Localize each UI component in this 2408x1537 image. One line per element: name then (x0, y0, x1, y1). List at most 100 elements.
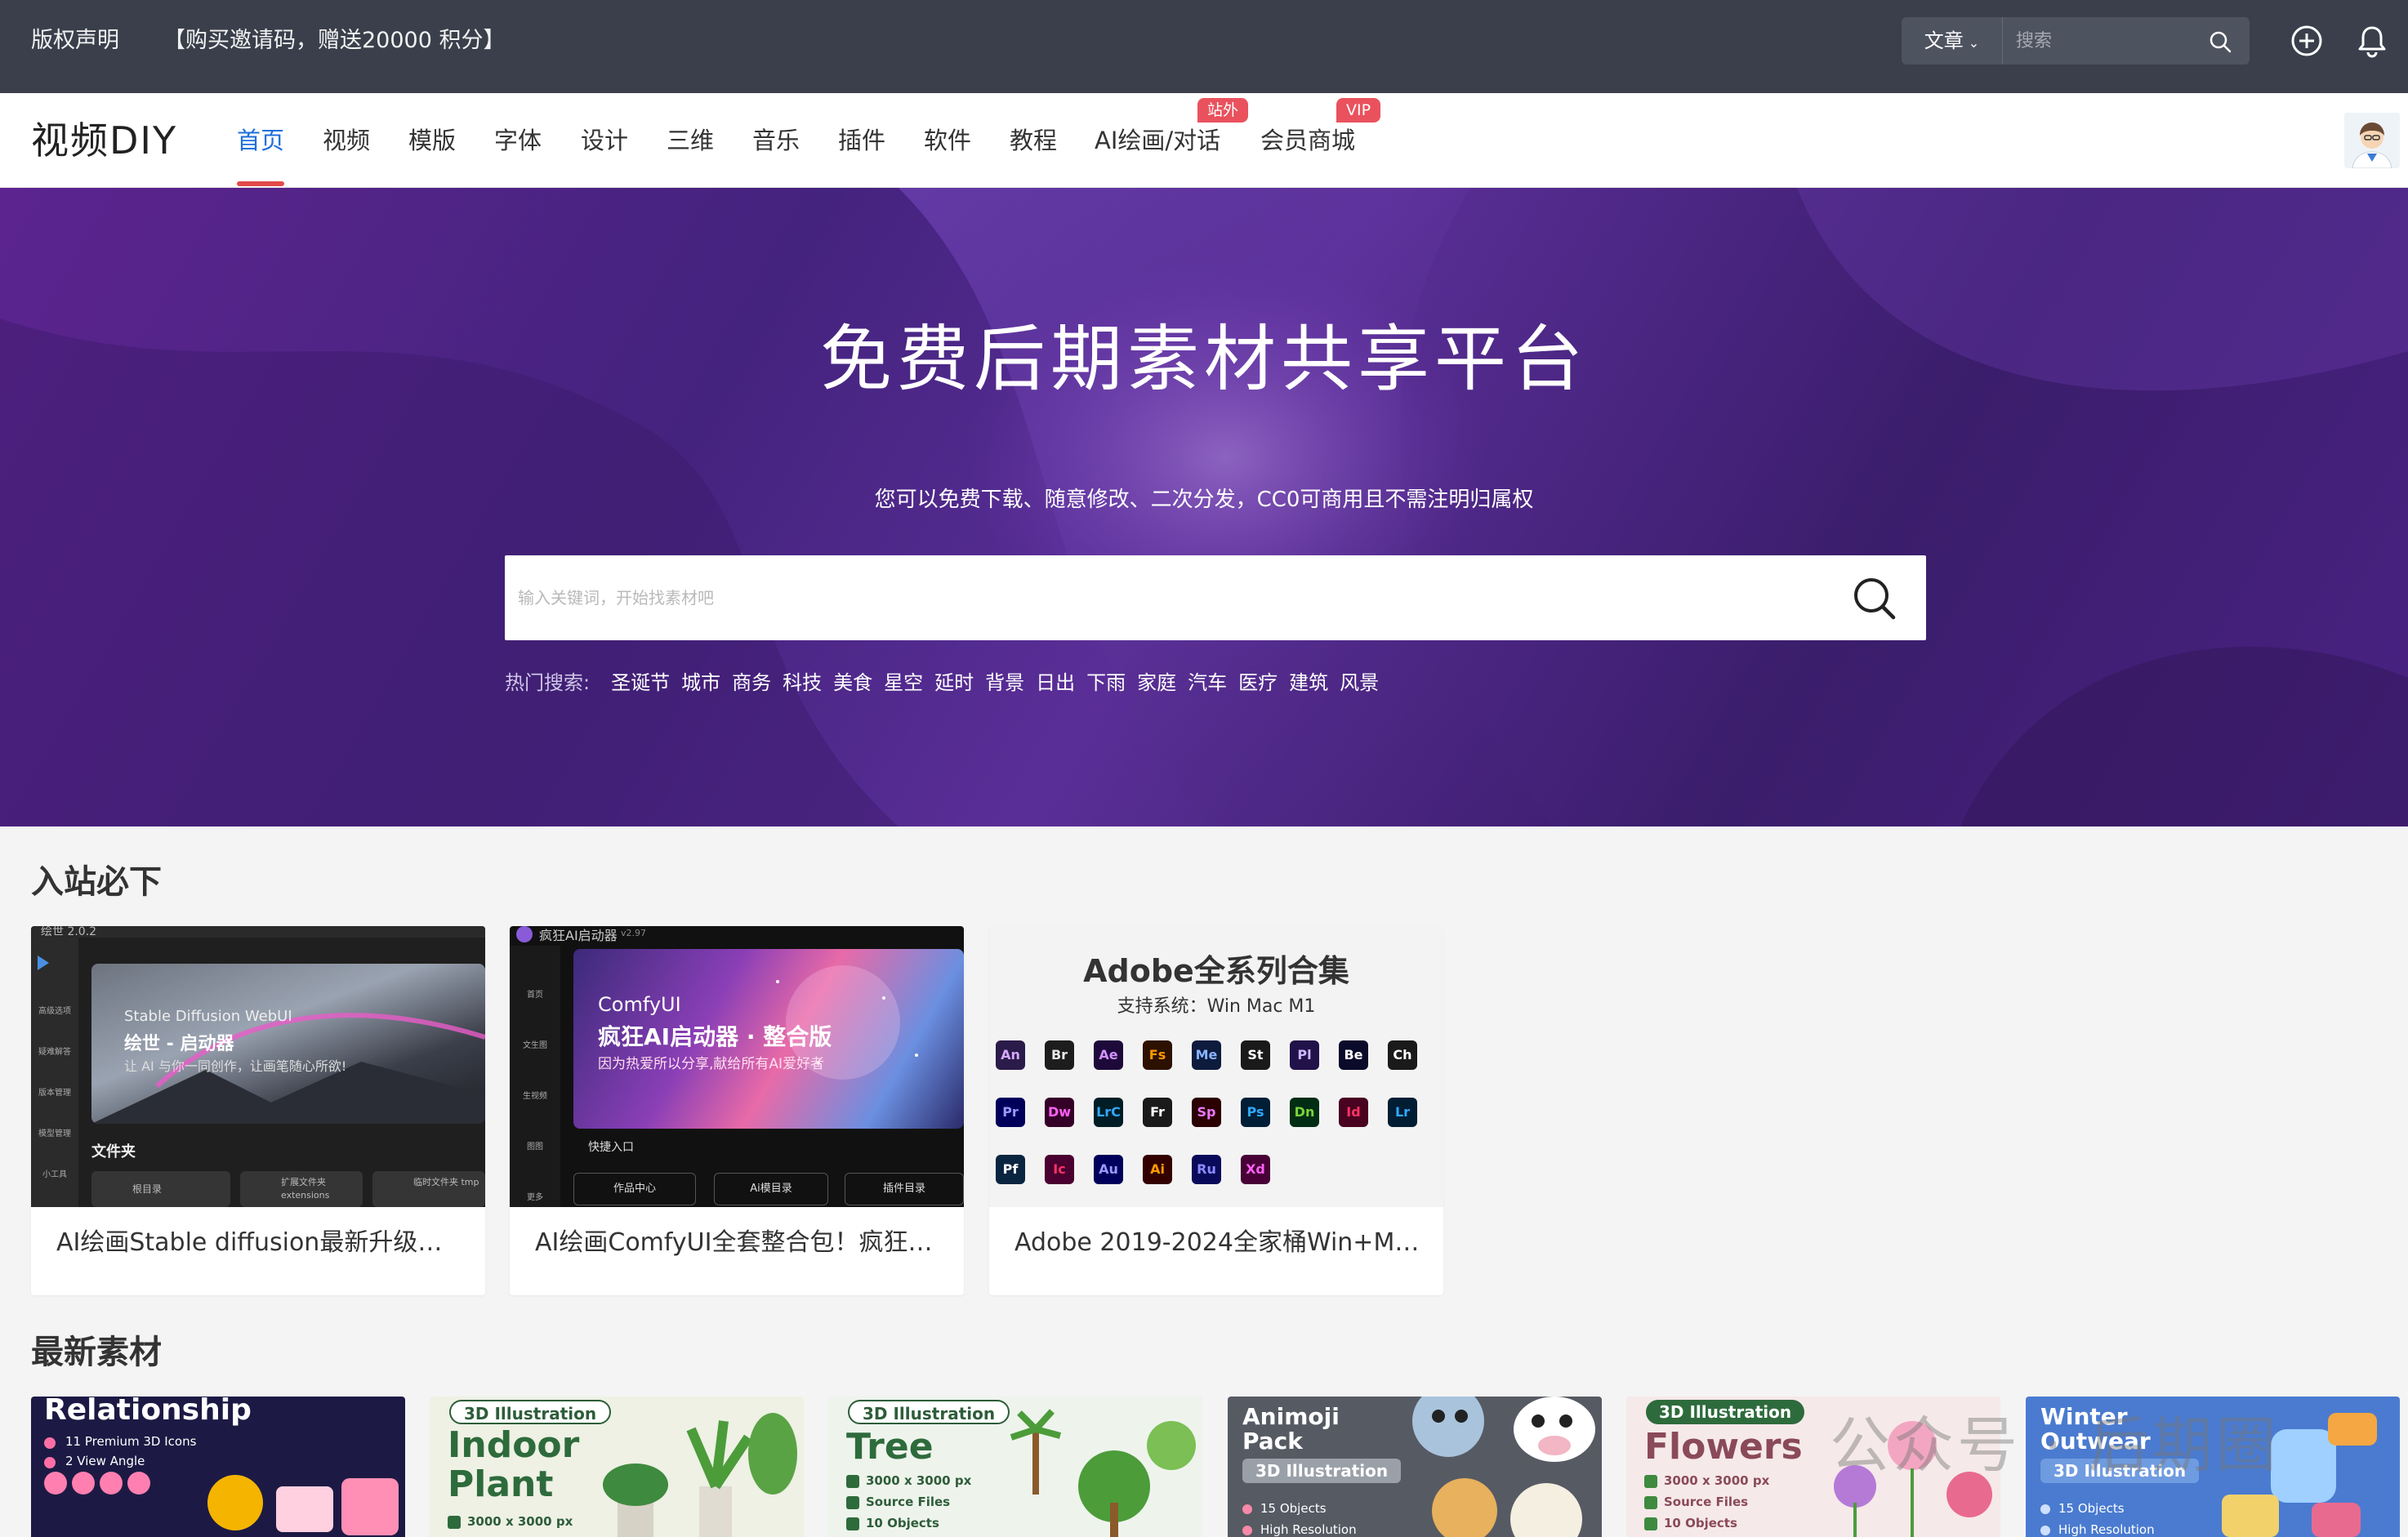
thumb-side-item: 疑难解答 (38, 1048, 71, 1057)
top-search: 文章 ⌄ (1902, 17, 2250, 65)
hot-keyword[interactable]: 汽车 (1188, 671, 1227, 694)
thumb-button: 插件目录 (845, 1173, 964, 1205)
hot-keyword[interactable]: 家庭 (1137, 671, 1176, 694)
thumb-side-item: 模型管理 (38, 1129, 71, 1138)
play-icon (38, 956, 49, 970)
thumb-tagline: 让 AI 与你一同创作，让画笔随心所欲! (124, 1058, 347, 1074)
adobe-app-icon: Ru (1192, 1155, 1221, 1184)
tile-line: Source Files (1664, 1495, 1749, 1509)
nav-ai[interactable]: AI绘画/对话 (1095, 124, 1220, 157)
hot-keyword[interactable]: 商务 (732, 671, 771, 694)
avatar[interactable] (2344, 113, 2400, 168)
top-bar: 版权声明 【购买邀请码，赠送20000 积分】 文章 ⌄ (0, 0, 2408, 93)
thumb-folder-button: 扩展文件夹 extensions (240, 1171, 363, 1207)
hero-title: 免费后期素材共享平台 (819, 317, 1588, 401)
tile-line: 3000 x 3000 px (1664, 1473, 1770, 1488)
nav-font[interactable]: 字体 (494, 124, 542, 157)
nav-video[interactable]: 视频 (323, 124, 370, 157)
copyright-link[interactable]: 版权声明 (31, 25, 119, 57)
thumb-side-item: 图图 (527, 1143, 543, 1152)
material-tile[interactable]: 3D Illustration Indoor Plant 3000 x 3000… (430, 1397, 804, 1537)
site-logo[interactable]: 视频DIY (31, 116, 177, 165)
nav-vip-store[interactable]: 会员商城 (1260, 124, 1355, 157)
invite-code-link[interactable]: 【购买邀请码，赠送20000 积分】 (163, 25, 505, 57)
tile-line: 11 Premium 3D Icons (65, 1434, 197, 1449)
nav-template[interactable]: 模版 (408, 124, 456, 157)
nav-home[interactable]: 首页 (237, 124, 284, 157)
hot-keyword[interactable]: 城市 (681, 671, 720, 694)
card-title[interactable]: AI绘画Stable diffusion最新升级… (56, 1225, 465, 1261)
external-badge: 站外 (1197, 98, 1249, 123)
thumb-quick-entry: 快捷入口 (588, 1141, 634, 1154)
adobe-app-icon: Ch (1388, 1040, 1417, 1070)
thumb-tagline: 因为热爱所以分享,献给所有AI爱好者 (598, 1056, 825, 1072)
adobe-app-icon: Ae (1094, 1040, 1123, 1070)
thumb-version: v2.97 (621, 928, 647, 938)
nav-music[interactable]: 音乐 (752, 124, 800, 157)
section-title-must-download: 入站必下 (31, 863, 162, 901)
material-tile[interactable]: Relationship 11 Premium 3D Icons 2 View … (31, 1397, 405, 1537)
tile-pill: 3D Illustration (848, 1400, 1010, 1424)
adobe-app-icon: Pf (996, 1155, 1025, 1184)
search-category-select[interactable]: 文章 ⌄ (1902, 17, 2003, 65)
hero-search-box (505, 555, 1926, 640)
tile-title: Relationship (44, 1397, 252, 1427)
adobe-app-icon: Dn (1290, 1098, 1319, 1127)
thumb-side-item: 小工具 (42, 1170, 67, 1179)
adobe-app-icon: Me (1192, 1040, 1221, 1070)
hero-search-input[interactable] (518, 583, 1743, 613)
top-search-input[interactable] (2016, 29, 2196, 53)
nav-plugin[interactable]: 插件 (838, 124, 885, 157)
hot-keyword[interactable]: 背景 (985, 671, 1024, 694)
adobe-app-icon: LrC (1094, 1098, 1123, 1127)
hot-keyword[interactable]: 延时 (934, 671, 974, 694)
tile-pill: 3D Illustration (449, 1400, 612, 1424)
chevron-down-icon: ⌄ (1968, 35, 1980, 51)
hot-keyword[interactable]: 星空 (884, 671, 923, 694)
resource-card[interactable]: Adobe全系列合集 支持系统：Win Mac M1 An Br Ae Fs Me St P… (989, 926, 1443, 1295)
thumb-button: Ai模目录 (714, 1173, 828, 1205)
material-tile[interactable]: Animoji Pack 3D Illustration 15 Objects … (1228, 1397, 1602, 1537)
add-icon[interactable] (2289, 23, 2325, 59)
hero-subtitle: 您可以免费下载、随意修改、二次分发，CC0可商用且不需注明归属权 (874, 488, 1534, 512)
tile-line: 10 Objects (1664, 1516, 1737, 1530)
thumb-button: 作品中心 (573, 1173, 696, 1205)
thumb-folder-button: 根目录 (91, 1171, 230, 1207)
hot-keyword[interactable]: 医疗 (1238, 671, 1278, 694)
search-icon[interactable] (2209, 30, 2232, 53)
vip-badge: VIP (1336, 98, 1381, 123)
adobe-app-icon: Dw (1045, 1098, 1074, 1127)
thumb-side-item: 文生图 (523, 1041, 547, 1050)
hot-keyword[interactable]: 风景 (1340, 671, 1379, 694)
hot-keyword[interactable]: 美食 (833, 671, 872, 694)
hot-keyword[interactable]: 圣诞节 (611, 671, 670, 694)
adobe-app-icon: Ic (1045, 1155, 1074, 1184)
hot-keyword[interactable]: 建筑 (1289, 671, 1328, 694)
nav-software[interactable]: 软件 (924, 124, 971, 157)
tile-line: 10 Objects (866, 1516, 939, 1530)
card-title[interactable]: Adobe 2019-2024全家桶Win+M… (1014, 1225, 1423, 1261)
thumb-app-name: Stable Diffusion WebUI (124, 1008, 292, 1025)
material-tile[interactable]: 3D Illustration Tree 3000 x 3000 px Sour… (828, 1397, 1202, 1537)
thumb-folder-label: 文件夹 (91, 1143, 136, 1161)
bell-icon[interactable] (2354, 23, 2390, 59)
card-title[interactable]: AI绘画ComfyUI全套整合包！疯狂… (535, 1225, 943, 1261)
watermark: 公众号 · 后期圈 (1830, 1410, 2280, 1481)
adobe-app-icon: Sp (1192, 1098, 1221, 1127)
tile-title: Tree (846, 1426, 934, 1468)
resource-card[interactable]: 疯狂AI启动器 v2.97 首页 文生图 生视频 图图 更多 ComfyUI 疯… (510, 926, 964, 1295)
thumb-side-item: 高级选项 (38, 1007, 71, 1016)
nav-tutorial[interactable]: 教程 (1010, 124, 1057, 157)
main-nav: 视频DIY 首页 视频 模版 字体 设计 三维 音乐 插件 软件 教程 AI绘画… (0, 93, 2408, 188)
nav-design[interactable]: 设计 (581, 124, 628, 157)
active-tab-indicator (237, 181, 284, 186)
tile-pill: 3D Illustration (1646, 1400, 1805, 1424)
thumb-side-item: 生视频 (523, 1092, 547, 1101)
hot-keyword[interactable]: 日出 (1036, 671, 1075, 694)
thumb-app-name: 疯狂AI启动器 (539, 928, 618, 943)
hot-keyword[interactable]: 下雨 (1086, 671, 1126, 694)
hot-keyword[interactable]: 科技 (783, 671, 822, 694)
resource-card[interactable]: 绘世 2.0.2 高级选项 疑难解答 版本管理 模型管理 小工具 Stable … (31, 926, 485, 1295)
nav-3d[interactable]: 三维 (667, 124, 714, 157)
search-icon[interactable] (1849, 573, 1898, 622)
